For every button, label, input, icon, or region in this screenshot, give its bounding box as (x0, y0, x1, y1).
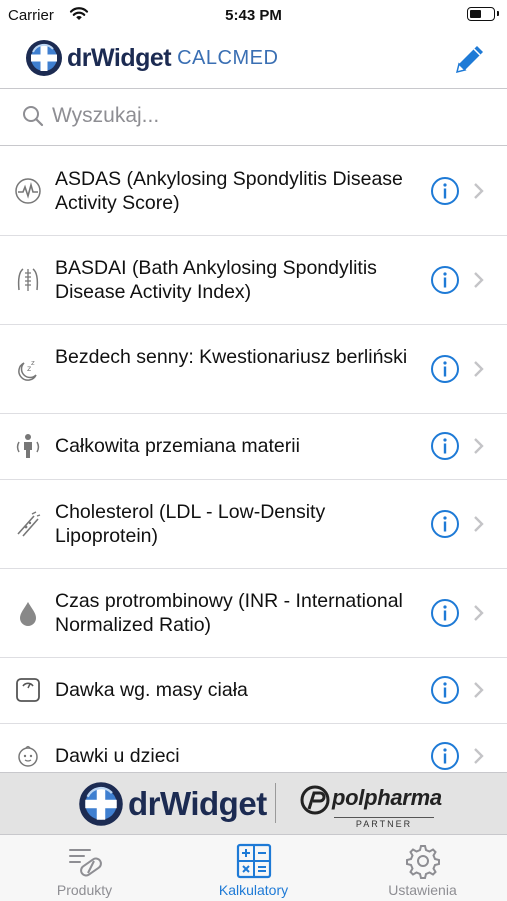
calculator-title: Dawka wg. masy ciała (55, 679, 248, 701)
status-bar: Carrier 5:43 PM (0, 0, 507, 30)
list-item[interactable]: BASDAI (Bath Ankylosing Spondylitis Dise… (0, 236, 507, 325)
logo-text: drWidget (67, 43, 172, 72)
pill-list-icon (69, 849, 102, 877)
calculator-title: ASDAS (Ankylosing Spondylitis Disease Ac… (55, 168, 403, 214)
info-icon[interactable] (430, 176, 460, 206)
partner-divider (334, 817, 434, 818)
calculator-title: Bezdech senny: Kwestionariusz berliński (55, 346, 408, 368)
spine-body-icon (14, 266, 42, 294)
info-icon[interactable] (430, 675, 460, 705)
list-item[interactable]: Cholesterol (LDL - Low-Density Lipoprote… (0, 480, 507, 569)
app-logo: drWidget CALCMED (25, 38, 278, 78)
calculator-title: Całkowita przemiana materii (55, 435, 300, 457)
nav-bar: drWidget CALCMED (0, 30, 507, 89)
chevron-right-icon (474, 682, 484, 698)
list-item[interactable]: Czas protrombinowy (INR - International … (0, 569, 507, 658)
info-icon[interactable] (430, 431, 460, 461)
calculator-icon (236, 843, 272, 879)
scale-icon (14, 676, 42, 704)
tab-label: Produkty (56, 882, 113, 898)
chevron-right-icon (474, 605, 484, 621)
partner-label: PARTNER (355, 819, 413, 829)
tab-produkty[interactable]: Produkty (0, 835, 169, 901)
chevron-right-icon (474, 361, 484, 377)
list-item[interactable]: Dawka wg. masy ciała (0, 658, 507, 724)
chevron-right-icon (474, 272, 484, 288)
search-input[interactable] (52, 99, 472, 133)
search-icon (23, 106, 44, 127)
clock: 5:43 PM (225, 7, 282, 24)
drwidget-logo-icon (26, 40, 62, 76)
polpharma-mark-icon (300, 785, 330, 815)
logo-subtitle: CALCMED (177, 46, 279, 69)
info-icon[interactable] (430, 598, 460, 628)
chevron-right-icon (474, 438, 484, 454)
list-item[interactable]: Całkowita przemiana materii (0, 414, 507, 480)
chevron-right-icon (474, 748, 484, 764)
search-bar (0, 89, 507, 146)
gear-icon (406, 845, 440, 879)
info-icon[interactable] (430, 741, 460, 771)
edit-button[interactable] (451, 40, 489, 78)
info-icon[interactable] (430, 354, 460, 384)
list-item[interactable]: zz Bezdech senny: Kwestionariusz berlińs… (0, 325, 507, 414)
person-metabolism-icon (14, 432, 42, 460)
blood-drop-icon (14, 599, 42, 627)
tab-label: Ustawienia (388, 882, 457, 898)
partner-name: polpharma (332, 785, 442, 810)
tab-bar: Produkty Kalkulatory Ustawienia (0, 834, 507, 901)
info-icon[interactable] (430, 509, 460, 539)
calculator-title: Czas protrombinowy (INR - International … (55, 590, 403, 636)
tab-label: Kalkulatory (218, 882, 289, 898)
list-item[interactable]: Dawki u dzieci (0, 724, 507, 772)
info-icon[interactable] (430, 265, 460, 295)
sponsor-banner[interactable]: drWidget polpharma PARTNER (0, 772, 507, 835)
pencil-icon (455, 46, 483, 74)
artery-icon (14, 510, 42, 538)
drwidget-logo-icon (79, 782, 123, 826)
calculator-title: BASDAI (Bath Ankylosing Spondylitis Dise… (55, 257, 377, 303)
sleep-icon: zz (14, 355, 42, 383)
svg-text:z: z (31, 359, 35, 367)
banner-brand-text: drWidget (128, 785, 267, 822)
tab-ustawienia[interactable]: Ustawienia (338, 835, 507, 901)
baby-icon (14, 742, 42, 770)
list-item[interactable]: ASDAS (Ankylosing Spondylitis Disease Ac… (0, 147, 507, 236)
calculator-title: Dawki u dzieci (55, 745, 180, 767)
banner-divider (275, 783, 276, 823)
chevron-right-icon (474, 516, 484, 532)
tab-kalkulatory[interactable]: Kalkulatory (169, 835, 338, 901)
battery-icon (467, 7, 499, 21)
chevron-right-icon (474, 183, 484, 199)
heart-rate-icon (14, 177, 42, 205)
calculator-title: Cholesterol (LDL - Low-Density Lipoprote… (55, 501, 326, 547)
polpharma-logo: polpharma PARTNER (300, 781, 450, 829)
calculator-list: ASDAS (Ankylosing Spondylitis Disease Ac… (0, 147, 507, 772)
banner-drwidget-logo: drWidget (78, 781, 267, 827)
